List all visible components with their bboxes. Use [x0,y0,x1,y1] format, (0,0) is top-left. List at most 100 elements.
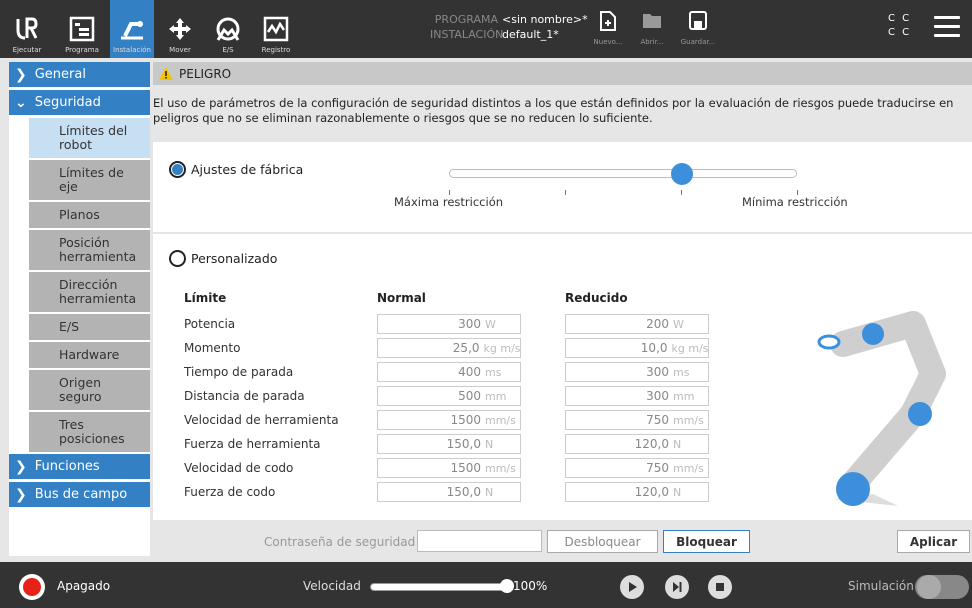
sidebar-item-safe-home[interactable]: Origen seguro [29,370,150,410]
limit-value: 1500 [450,413,481,427]
tab-move[interactable]: Mover [162,0,198,58]
sidebar-item-tool-position[interactable]: Posición herramienta [29,230,150,270]
sidebar-group-general[interactable]: ❯ General [9,62,150,87]
limit-unit: W [485,317,496,331]
limit-unit: N [485,437,494,451]
tab-run-label: Ejecutar [12,46,42,54]
tab-run[interactable]: Ejecutar [0,0,54,58]
sidebar-group-features[interactable]: ❯ Funciones [9,454,150,479]
tab-move-label: Mover [169,46,191,54]
factory-label: Ajustes de fábrica [191,162,304,177]
speed-label: Velocidad [303,579,361,593]
factory-settings-panel: Ajustes de fábrica Máxima restricción Mí… [153,142,972,232]
limit-reduced-field[interactable]: 120,0 N [565,482,709,502]
speed-slider-knob[interactable] [500,579,514,593]
stop-button[interactable] [708,575,732,599]
limit-normal-field[interactable]: 400 ms [377,362,521,382]
limit-unit: mm/s [673,461,704,475]
sidebar-item-io[interactable]: E/S [29,314,150,340]
slider-tick [681,190,682,195]
save-icon [689,11,707,30]
tab-program[interactable]: Programa [56,0,108,58]
limit-value: 150,0 [446,485,481,499]
program-icon [67,14,97,44]
bottom-bar: Apagado Velocidad 100% Simulación [0,562,972,608]
installation-icon [117,14,147,44]
open-button[interactable]: Abrir... [632,10,672,46]
limit-normal-field[interactable]: 300 W [377,314,521,334]
sidebar-item-hardware[interactable]: Hardware [29,342,150,368]
step-button[interactable] [665,575,689,599]
limit-normal-field[interactable]: 150,0 N [377,482,521,502]
tab-log-label: Registro [261,46,291,54]
limit-unit: mm/s [485,461,516,475]
sidebar-item-robot-limits[interactable]: Límites del robot [29,118,150,158]
custom-radio[interactable]: Personalizado [169,250,277,267]
chevron-right-icon: ❯ [15,458,27,475]
limit-reduced-field[interactable]: 120,0 N [565,434,709,454]
tab-log[interactable]: Registro [256,0,296,58]
new-button[interactable]: Nuevo... [588,10,628,46]
safety-password-input[interactable] [417,530,542,552]
tab-program-label: Programa [65,46,99,54]
limit-normal-field[interactable]: 150,0 N [377,434,521,454]
limit-normal-field[interactable]: 500 mm [377,386,521,406]
lock-button[interactable]: Bloquear [663,530,750,553]
save-button[interactable]: Guardar... [678,10,718,46]
limit-unit: kg m/s [671,341,708,355]
limit-reduced-field[interactable]: 750 mm/s [565,458,709,478]
sidebar-item-planes[interactable]: Planos [29,202,150,228]
sidebar-group-fieldbus[interactable]: ❯ Bus de campo [9,482,150,507]
limit-value: 200 [646,317,669,331]
limit-normal-field[interactable]: 1500 mm/s [377,410,521,430]
limit-normal-field[interactable]: 1500 mm/s [377,458,521,478]
restriction-slider-track[interactable] [449,169,797,178]
play-button[interactable] [620,575,644,599]
col-header-limit: Límite [184,291,227,305]
power-status-icon[interactable] [19,574,45,600]
chevron-down-icon: ⌄ [15,94,27,111]
hamburger-menu-icon[interactable] [934,16,960,37]
sidebar-group-label: Funciones [34,459,100,474]
speed-value: 100% [513,579,548,593]
program-info: PROGRAMA <sin nombre>* INSTALACIÓNdefault… [430,12,588,42]
limit-name: Momento [184,341,241,355]
limit-normal-field[interactable]: 25,0 kg m/s [377,338,521,358]
limit-name: Fuerza de codo [184,485,276,499]
danger-banner: PELIGRO [153,62,972,85]
new-label: Nuevo... [593,38,623,46]
open-label: Abrir... [640,38,664,46]
sidebar-group-safety[interactable]: ⌄ Seguridad [9,90,150,115]
limit-reduced-field[interactable]: 200 W [565,314,709,334]
simulation-toggle[interactable] [915,575,969,599]
sidebar-item-joint-limits[interactable]: Límites de eje [29,160,150,200]
limit-value: 300 [458,317,481,331]
speed-slider-track[interactable] [370,583,510,591]
radio-selected-icon [169,161,186,178]
io-icon [213,14,243,44]
slider-min-label: Máxima restricción [394,195,504,209]
play-icon [629,582,637,592]
limit-reduced-field[interactable]: 300 ms [565,362,709,382]
factory-radio[interactable]: Ajustes de fábrica [169,161,303,178]
limit-reduced-field[interactable]: 10,0 kg m/s [565,338,709,358]
restriction-slider-knob[interactable] [671,163,694,185]
log-icon [261,14,291,44]
apply-button[interactable]: Aplicar [897,530,970,553]
tab-io[interactable]: E/S [208,0,248,58]
slider-max-label: Mínima restricción [742,195,848,209]
limit-unit: mm/s [673,413,704,427]
limit-value: 25,0 [452,341,480,355]
limit-reduced-field[interactable]: 750 mm/s [565,410,709,430]
simulation-label: Simulación [848,579,914,593]
limit-reduced-field[interactable]: 300 mm [565,386,709,406]
custom-settings-panel: Personalizado Límite Normal Reducido Pot… [153,234,972,520]
tab-installation-label: Instalación [113,46,151,54]
tab-installation[interactable]: Instalación [110,0,154,58]
sidebar-item-tool-direction[interactable]: Dirección herramienta [29,272,150,312]
danger-text: El uso de parámetros de la configuración… [153,88,972,140]
sidebar-item-three-position[interactable]: Tres posiciones [29,412,150,452]
new-file-icon [600,11,616,31]
limit-unit: mm [673,389,695,403]
unlock-button[interactable]: Desbloquear [547,530,658,553]
